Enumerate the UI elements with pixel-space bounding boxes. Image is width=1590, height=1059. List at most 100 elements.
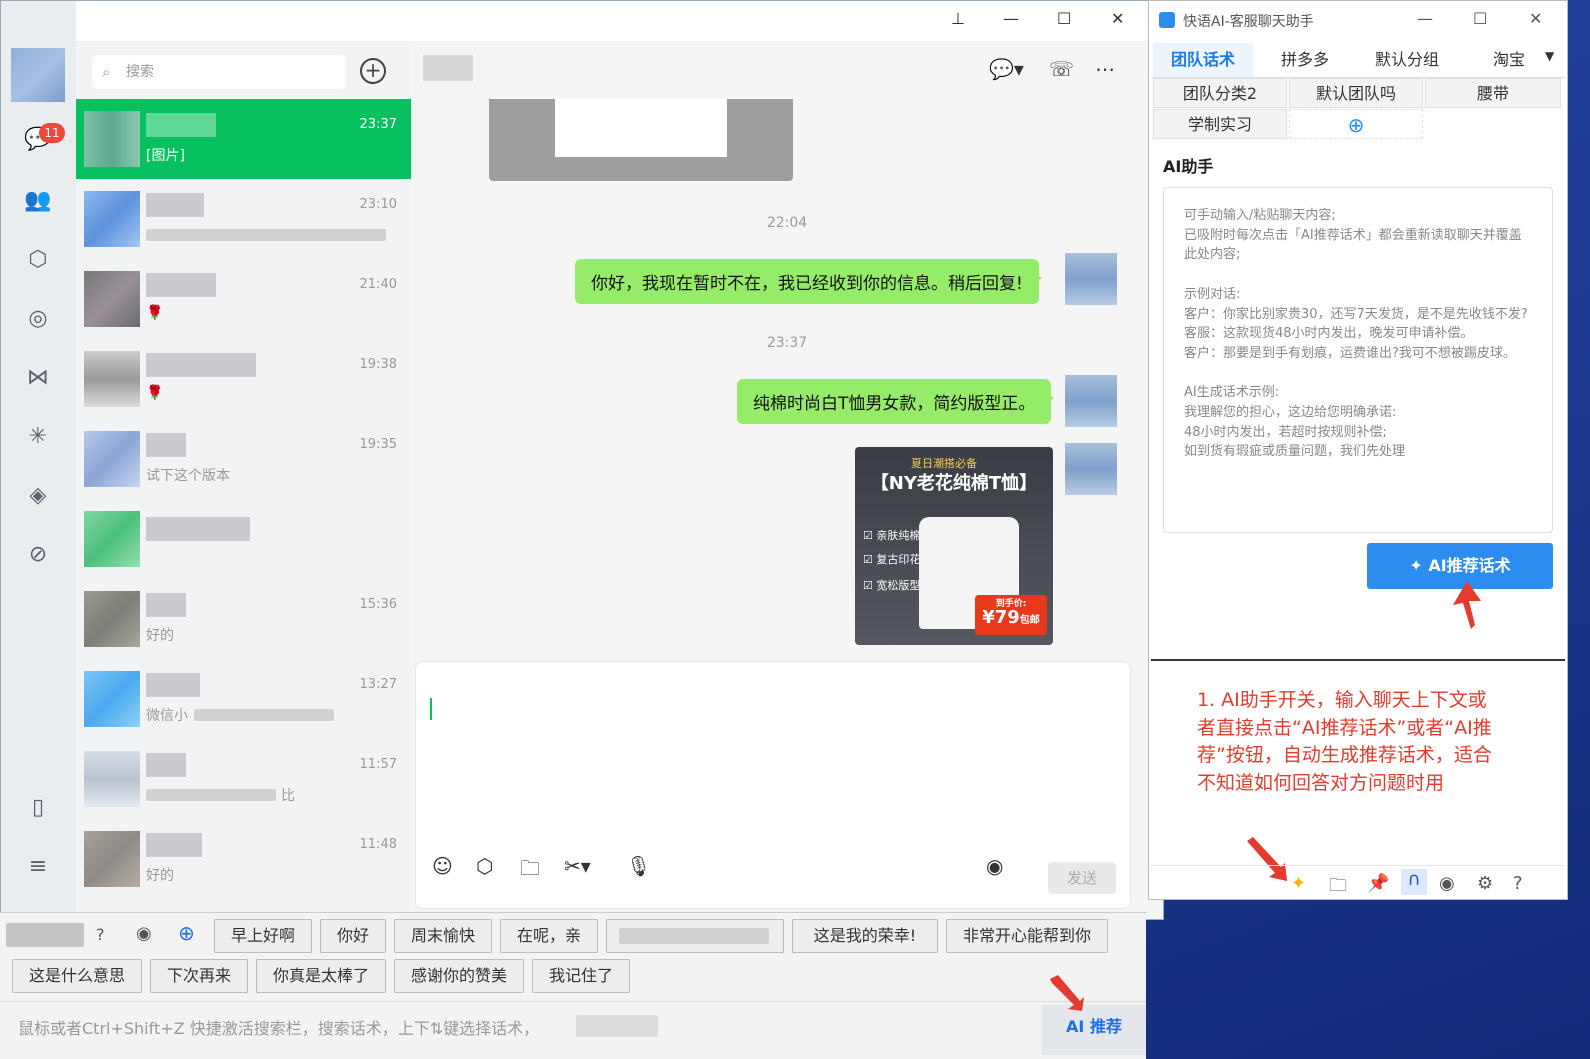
list-item[interactable]: 11:57 比 xyxy=(76,739,411,819)
link-icon[interactable]: ⊘ xyxy=(23,540,53,570)
phrase-chip[interactable]: 你真是太棒了 xyxy=(256,959,386,993)
phrase-chip[interactable]: 你好 xyxy=(320,919,386,953)
voice-input-icon[interactable]: ◉ xyxy=(986,854,1003,878)
contact-name xyxy=(146,593,186,617)
chat-bubble-icon[interactable]: 💬▾ xyxy=(989,57,1024,81)
phrase-chip[interactable]: 周末愉快 xyxy=(394,919,492,953)
avatar[interactable] xyxy=(1065,443,1117,495)
chat-title xyxy=(423,55,473,81)
contacts-icon[interactable]: 👥 xyxy=(23,186,53,216)
image-tag: ☑ 宽松版型 xyxy=(863,579,921,592)
call-icon[interactable]: ☏ xyxy=(1049,57,1074,81)
list-item[interactable]: 23:10 xyxy=(76,179,411,259)
phrase-chip[interactable]: 在呢，亲 xyxy=(500,919,598,953)
help-icon[interactable]: ? xyxy=(96,925,105,944)
more-icon[interactable]: ⋯ xyxy=(1095,57,1115,81)
category-chip[interactable]: 腰带 xyxy=(1425,78,1561,108)
chat-area: 💬▾ ☏ ⋯ 22:04 你好，我现在暂时不在，我已经收到你的信息。稍后回复! … xyxy=(411,41,1163,919)
group-selector[interactable] xyxy=(6,923,84,947)
eye-icon[interactable]: ◉ xyxy=(1439,873,1455,894)
pin-icon[interactable]: ⊥ xyxy=(951,9,965,28)
add-category-icon[interactable]: ⊕ xyxy=(1289,109,1423,139)
minimize-icon[interactable]: — xyxy=(1417,9,1433,28)
emoji-icon[interactable]: ☺ xyxy=(432,854,453,878)
price-value: ¥79 xyxy=(982,607,1020,628)
contact-name xyxy=(146,273,216,297)
sparkle-icon[interactable]: ✦ xyxy=(1291,873,1306,894)
tab-team-scripts[interactable]: 团队话术 xyxy=(1153,43,1253,77)
box-icon[interactable]: ⬡ xyxy=(23,245,53,275)
phrase-chip[interactable]: 这是什么意思 xyxy=(12,959,142,993)
list-item[interactable]: 21:40 🌹 xyxy=(76,259,411,339)
list-item[interactable]: 15:36 好的 xyxy=(76,579,411,659)
ai-context-textarea[interactable]: 可手动输入/粘贴聊天内容; 已吸附时每次点击「AI推荐话术」都会重新读取聊天并覆… xyxy=(1163,187,1553,533)
list-item[interactable]: 19:35 试下这个版本 xyxy=(76,419,411,499)
miniprogram-icon[interactable]: ◈ xyxy=(23,481,53,511)
phrase-chip[interactable]: 我记住了 xyxy=(532,959,630,993)
category-chip[interactable]: 团队分类2 xyxy=(1153,78,1287,108)
tab-pinduoduo[interactable]: 拼多多 xyxy=(1255,43,1355,77)
tab-default-group[interactable]: 默认分组 xyxy=(1357,43,1457,77)
folder-icon[interactable]: 🗀 xyxy=(520,854,540,888)
window-title: 快语AI-客服聊天助手 xyxy=(1183,14,1314,30)
message-bubble[interactable]: 你好，我现在暂时不在，我已经收到你的信息。稍后回复! xyxy=(575,259,1042,304)
phrase-chip[interactable] xyxy=(606,919,784,953)
image-message[interactable] xyxy=(489,99,793,181)
image-tag: ☑ 亲肤纯棉 xyxy=(863,529,921,542)
divider xyxy=(0,1001,1146,1002)
add-icon[interactable]: + xyxy=(360,58,386,84)
avatar[interactable] xyxy=(1065,253,1117,305)
contact-name xyxy=(146,193,204,217)
phrase-chip[interactable]: 非常开心能帮到你 xyxy=(946,919,1108,953)
close-icon[interactable]: ✕ xyxy=(1111,9,1124,28)
phrase-chip[interactable]: 这是我的荣幸! xyxy=(792,919,938,953)
message-bubble[interactable]: 纯棉时尚白T恤男女款，简约版型正。 xyxy=(737,379,1055,424)
minimize-icon[interactable]: — xyxy=(1003,9,1019,28)
list-item[interactable]: 11:48 好的 xyxy=(76,819,411,899)
eye-icon[interactable]: ◉ xyxy=(136,923,152,944)
phrase-chip[interactable]: 早上好啊 xyxy=(214,919,312,953)
category-chip[interactable]: 学制实习 xyxy=(1153,109,1287,139)
avatar[interactable] xyxy=(11,48,65,102)
maximize-icon[interactable]: ☐ xyxy=(1057,9,1071,28)
category-chip[interactable]: 默认团队吗 xyxy=(1289,78,1423,108)
folder-icon[interactable]: 🗀 xyxy=(1329,873,1347,903)
pin-icon[interactable]: 📌 xyxy=(1367,873,1389,894)
image-tag: ☑ 复古印花 xyxy=(863,553,921,566)
phone-icon[interactable]: ▯ xyxy=(23,793,53,823)
contact-name xyxy=(146,753,186,777)
menu-icon[interactable]: ≡ xyxy=(23,852,53,882)
phrase-chip[interactable]: 感谢你的赞美 xyxy=(394,959,524,993)
divider xyxy=(1151,865,1565,866)
moments-icon[interactable]: ◎ xyxy=(23,304,53,334)
list-item[interactable]: 19:38 🌹 xyxy=(76,339,411,419)
search-feature-icon[interactable]: ✳ xyxy=(23,422,53,452)
phrase-chip[interactable]: 下次再来 xyxy=(150,959,248,993)
maximize-icon[interactable]: ☐ xyxy=(1473,9,1487,28)
product-image-message[interactable]: 夏日潮搭必备 【NY老花纯棉T恤】 ☑ 亲肤纯棉 ☑ 复古印花 ☑ 宽松版型 到… xyxy=(855,447,1053,645)
add-icon[interactable]: ⊕ xyxy=(178,921,195,945)
magnet-icon[interactable]: ∩ xyxy=(1401,869,1427,895)
tabs-dropdown-icon[interactable]: ▼ xyxy=(1545,49,1554,63)
list-item[interactable] xyxy=(76,499,411,579)
tab-taobao[interactable]: 淘宝 xyxy=(1459,43,1559,77)
microphone-icon[interactable]: 🎙 xyxy=(626,854,651,878)
search-hint[interactable]: 鼠标或者Ctrl+Shift+Z 快捷激活搜索栏，搜索话术，上下⇅键选择话术， xyxy=(18,1015,539,1039)
search-icon: ⌕ xyxy=(102,63,111,81)
close-icon[interactable]: ✕ xyxy=(1529,9,1542,28)
contact-name xyxy=(146,433,186,457)
list-item[interactable]: 23:37 [图片] xyxy=(76,99,411,179)
list-item[interactable]: 13:27 微信小 xyxy=(76,659,411,739)
channels-icon[interactable]: ⋈ xyxy=(23,363,53,393)
scissors-icon[interactable]: ✂▾ xyxy=(564,854,591,878)
app-logo-icon xyxy=(1159,12,1175,28)
message-input[interactable]: ☺ ⬡ 🗀 ✂▾ 🎙 ◉ 发送 xyxy=(415,661,1131,909)
avatar xyxy=(84,751,140,807)
avatar[interactable] xyxy=(1065,375,1117,427)
gear-icon[interactable]: ⚙ xyxy=(1477,873,1493,894)
send-button[interactable]: 发送 xyxy=(1048,862,1116,894)
help-icon[interactable]: ? xyxy=(1513,873,1523,894)
contact-name xyxy=(146,673,200,697)
cube-icon[interactable]: ⬡ xyxy=(476,854,493,878)
search-input[interactable]: ⌕ 搜索 xyxy=(92,55,346,89)
